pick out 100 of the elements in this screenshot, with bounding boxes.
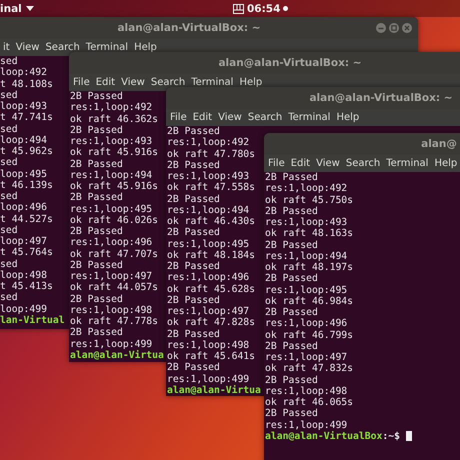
output-line: 2B Passed: [167, 126, 220, 138]
output-line: loop:495: [0, 168, 47, 180]
menu-item[interactable]: Edit: [290, 158, 310, 169]
output-line: res:1,loop:494: [265, 250, 348, 262]
prompt-text: alan@alan-VirtualBox:~$: [265, 430, 400, 442]
output-line: 2B Passed: [167, 160, 220, 171]
menu-item[interactable]: Help: [336, 112, 360, 123]
output-line: ok raft 46.026s: [70, 214, 158, 226]
output-line: 2B Passed: [265, 206, 318, 217]
output-line: loop:494: [0, 134, 47, 146]
menu-item[interactable]: View: [316, 158, 340, 169]
menu-item[interactable]: Search: [248, 112, 282, 123]
output-line: 2B Passed: [70, 327, 123, 338]
output-line: loop:496: [0, 202, 47, 214]
output-line: ok raft 45.641s: [167, 351, 256, 362]
output-line: ok raft 47.558s: [167, 182, 256, 194]
output-line: loop:499: [0, 304, 47, 315]
output-line: res:1,loop:492: [265, 183, 348, 194]
output-line: sed: [0, 258, 18, 270]
output-line: ok raft 47.780s: [167, 148, 256, 160]
output-line: ok raft 47.832s: [265, 363, 354, 374]
output-line: t 46.139s: [0, 180, 53, 191]
output-line: ok raft 46.984s: [265, 296, 354, 307]
output-line: 2B Passed: [167, 261, 220, 272]
output-line: res:1,loop:496: [70, 237, 152, 248]
menu-item[interactable]: Help: [239, 77, 262, 88]
output-line: ok raft 46.362s: [70, 114, 158, 125]
output-line: sed: [0, 292, 18, 304]
output-line: loop:497: [0, 236, 47, 248]
output-line: 2B Passed: [265, 172, 318, 184]
menu-item[interactable]: File: [170, 112, 187, 123]
menu-item[interactable]: Terminal: [86, 42, 128, 53]
output-line: 2B Passed: [265, 340, 318, 352]
output-line: 2B Passed: [70, 260, 123, 271]
menu-item[interactable]: Edit: [192, 112, 212, 123]
output-line: res:1,loop:496: [265, 318, 348, 330]
output-line: ok raft 46.799s: [265, 330, 354, 341]
clock[interactable]: 06:54: [247, 2, 280, 14]
menu-item[interactable]: View: [16, 42, 40, 53]
menu-item[interactable]: Edit: [96, 77, 116, 88]
output-line: 2B Passed: [265, 240, 318, 251]
output-line: 2B Passed: [167, 294, 220, 306]
output-line: res:1,loop:495: [167, 238, 250, 250]
output-line: res:1,loop:497: [167, 306, 250, 318]
output-line: ok raft 44.057s: [70, 282, 158, 294]
window-title: alan@alan-VirtualBox: ~: [218, 57, 362, 69]
menu-item[interactable]: Search: [150, 77, 186, 88]
output-line: res:1,loop:493: [70, 136, 152, 148]
output-line: ok raft 47.828s: [167, 317, 256, 328]
output-line: 2B Passed: [167, 227, 220, 238]
output-line: sed: [0, 224, 18, 236]
output-line: 2B Passed: [70, 91, 123, 102]
output-line: t 45.962s: [0, 146, 53, 158]
output-line: res:1,loop:496: [167, 272, 250, 284]
output-line: res:1,loop:492: [167, 137, 250, 148]
menu-item[interactable]: it: [3, 42, 10, 53]
output-line: t 44.527s: [0, 214, 53, 225]
output-line: 2B Passed: [265, 273, 318, 284]
output-line: 2B Passed: [70, 158, 123, 170]
menu-item[interactable]: Search: [346, 158, 380, 169]
output-line: 2B Passed: [70, 226, 123, 238]
output-line: 2B Passed: [167, 362, 220, 374]
menu-item[interactable]: Search: [45, 42, 80, 53]
output-line: t 45.764s: [0, 247, 53, 258]
output-line: t 48.108s: [0, 78, 53, 90]
menu-item[interactable]: Terminal: [288, 112, 330, 123]
output-line: 2B Passed: [167, 194, 220, 205]
menu-item[interactable]: Terminal: [191, 77, 234, 88]
output-line: 2B Passed: [167, 328, 220, 340]
menu-item[interactable]: Terminal: [386, 158, 428, 169]
output-line: ok raft 47.778s: [70, 316, 158, 328]
output-line: ok raft 45.628s: [167, 284, 256, 295]
menu-item[interactable]: Help: [134, 42, 157, 53]
output-line: sed: [0, 191, 18, 202]
output-line: 2B Passed: [265, 374, 318, 386]
output-line: res:1,loop:497: [70, 271, 152, 282]
output-line: 2B Passed: [70, 192, 123, 204]
menu-item[interactable]: View: [218, 112, 242, 123]
close-button[interactable]: [402, 23, 412, 33]
output-line: ok raft 47.707s: [70, 248, 158, 260]
output-line: res:1,loop:495: [265, 284, 348, 296]
grid-icon[interactable]: [233, 4, 244, 14]
minimize-button[interactable]: [376, 23, 386, 33]
menu-item[interactable]: Help: [434, 158, 458, 169]
maximize-button[interactable]: [389, 23, 399, 33]
output-line: res:1,loop:492: [70, 102, 152, 114]
output-line: loop:493: [0, 101, 47, 112]
output-line: 2B Passed: [265, 307, 318, 318]
output-line: res:1,loop:498: [265, 386, 348, 397]
menu-item[interactable]: File: [73, 77, 90, 88]
output-line: sed: [0, 157, 18, 168]
window-title: alan@alan-VirtualBox: ~: [309, 92, 453, 104]
menu-item[interactable]: View: [121, 77, 145, 88]
output-line: res:1,loop:493: [167, 171, 250, 182]
output-line: ok raft 48.197s: [265, 262, 354, 274]
prompt-text: alan@alan-Virtua: [167, 384, 261, 396]
app-menu[interactable]: inal: [0, 0, 38, 17]
menu-item[interactable]: File: [268, 158, 285, 169]
dot-icon: [283, 6, 288, 11]
output-line: res:1,loop:499: [167, 374, 250, 385]
